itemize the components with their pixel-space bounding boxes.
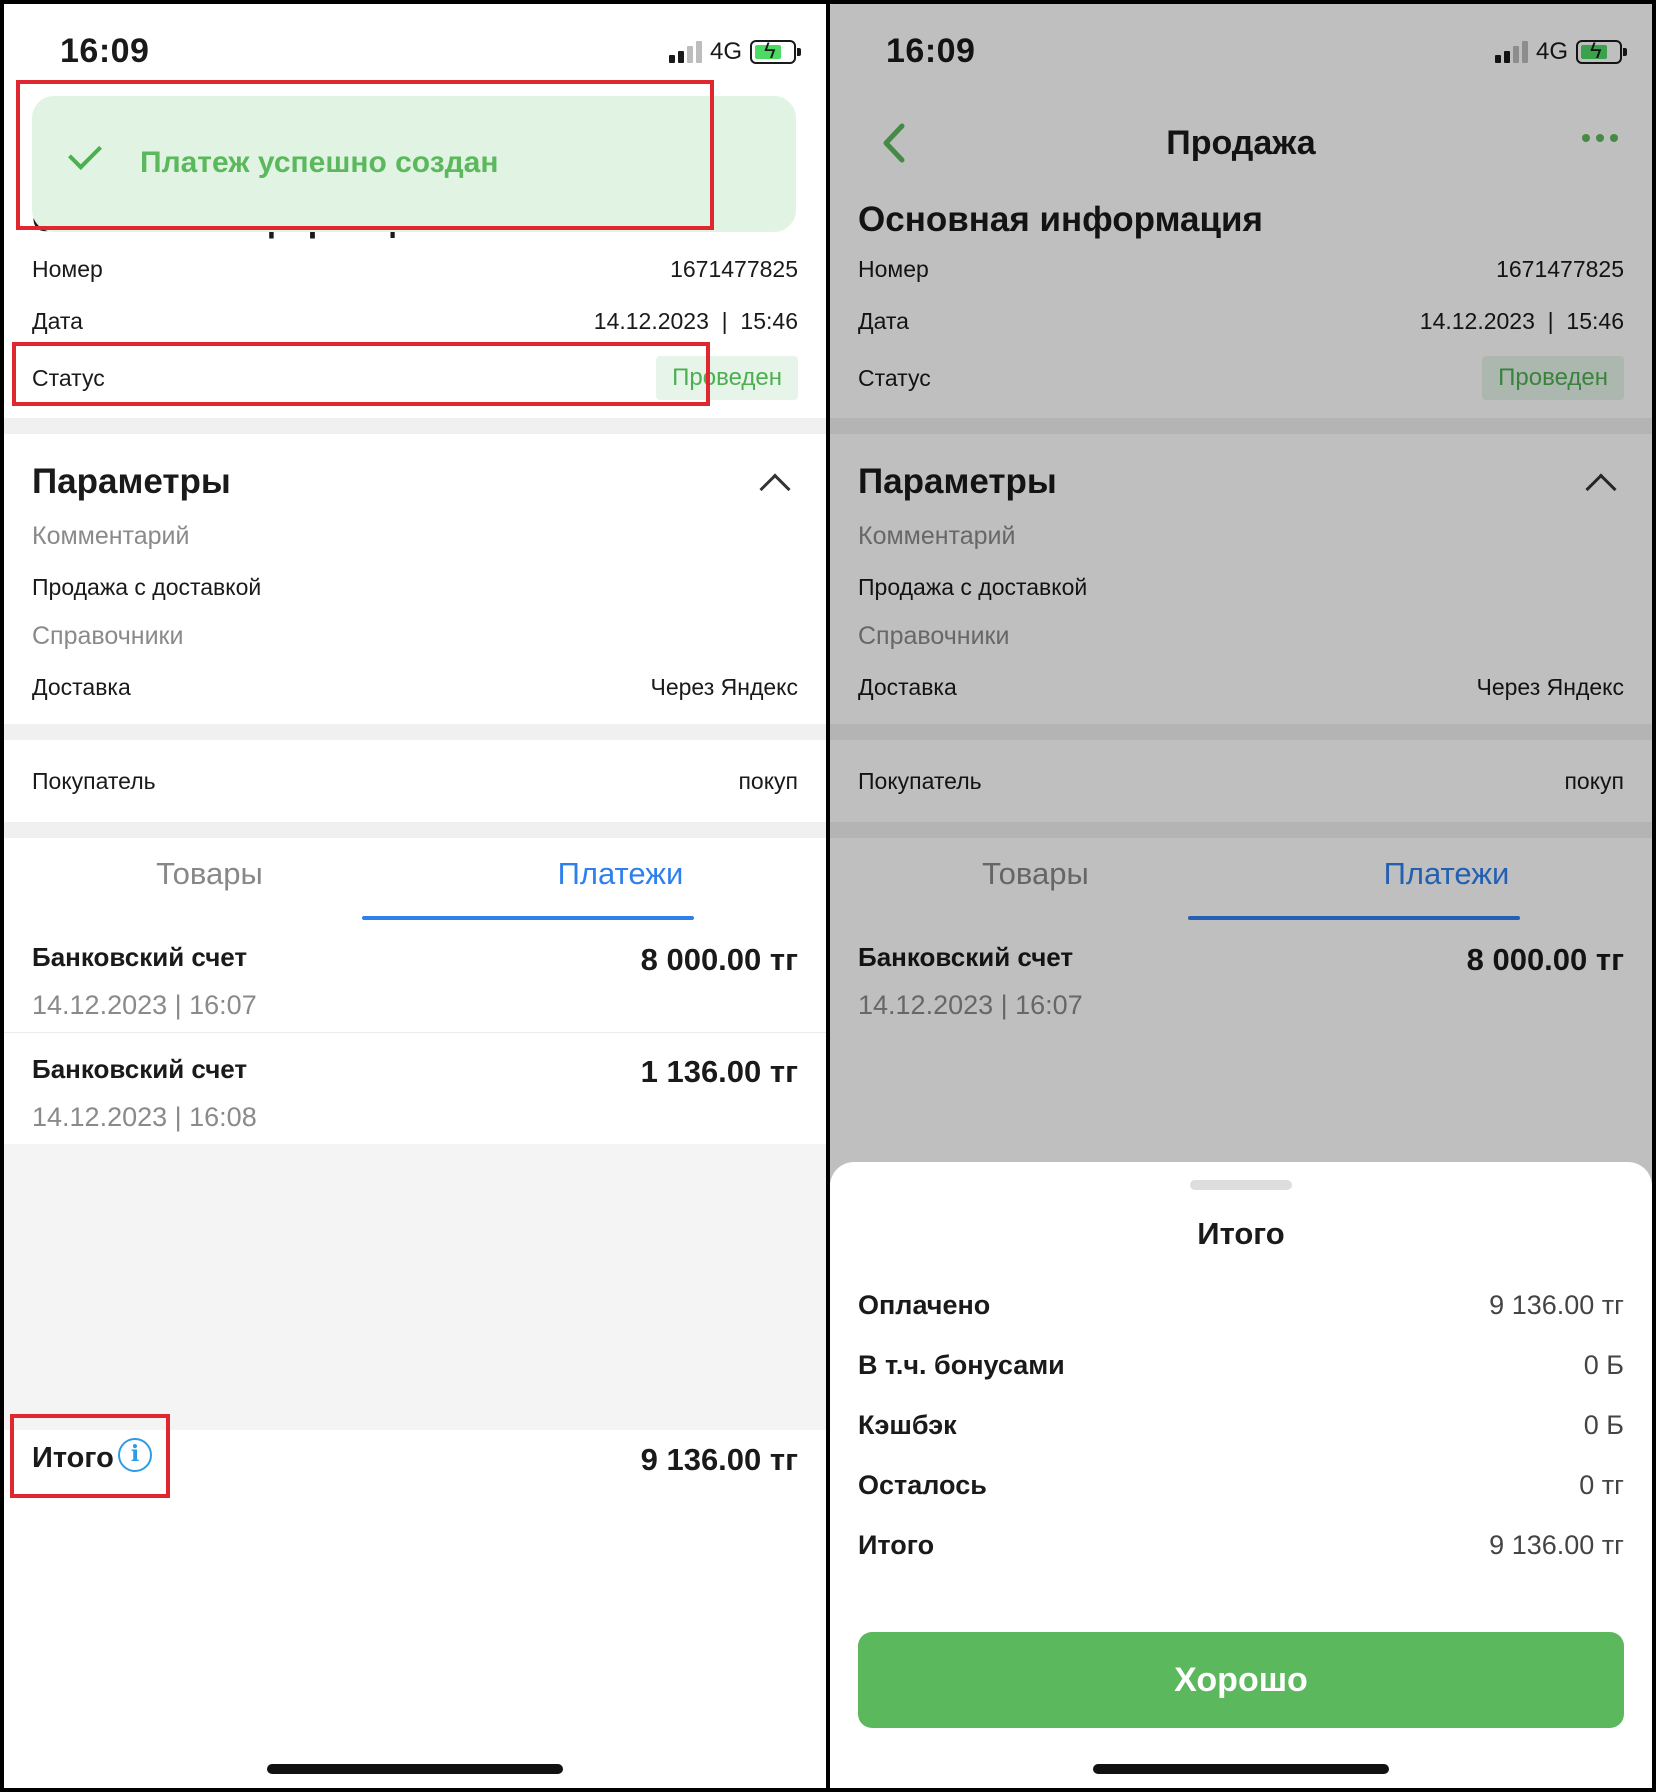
sheet-row-label: Осталось — [858, 1470, 987, 1500]
delivery-row[interactable]: Доставка Через Яндекс — [32, 674, 798, 701]
highlight-status — [12, 342, 710, 406]
payment-date: 14.12.2023 | 16:08 — [32, 1102, 257, 1132]
status-icons: 4G ϟ — [668, 38, 801, 66]
comment-value: Продажа с доставкой — [32, 574, 262, 600]
totals-bottom-sheet: Итого Оплачено 9 136.00 тг В т.ч. бонуса… — [830, 1162, 1652, 1788]
sheet-row-label: Итого — [858, 1530, 935, 1560]
left-phone-screen: 16:09 4G ϟ Основная информация Платеж ус… — [4, 4, 826, 1788]
payment-date: 14.12.2023 | 16:07 — [32, 990, 257, 1020]
tab-bar: Товары Платежи — [4, 838, 826, 924]
sheet-row-value: 9 136.00 тг — [1489, 1290, 1624, 1320]
battery-charging-icon: ϟ — [750, 39, 801, 64]
refs-label: Справочники — [32, 622, 184, 650]
date-row: Дата 14.12.2023 | 15:46 — [32, 308, 798, 335]
buyer-value: покуп — [738, 768, 798, 794]
highlight-toast — [16, 80, 714, 230]
number-label: Номер — [32, 256, 103, 282]
payment-amount: 8 000.00 тг — [640, 942, 798, 977]
section-divider — [4, 822, 826, 838]
sheet-handle[interactable] — [1190, 1180, 1292, 1190]
signal-icon — [668, 41, 702, 63]
sheet-row: Кэшбэк 0 Б — [858, 1410, 1624, 1441]
home-indicator — [1093, 1764, 1389, 1774]
home-indicator — [267, 1764, 563, 1774]
total-value: 9 136.00 тг — [640, 1442, 798, 1477]
sheet-row-value: 9 136.00 тг — [1489, 1530, 1624, 1560]
buyer-label: Покупатель — [32, 768, 156, 794]
sheet-row-value: 0 Б — [1583, 1350, 1624, 1380]
sheet-row-value: 0 Б — [1583, 1410, 1624, 1440]
comment-row: Продажа с доставкой — [32, 574, 798, 601]
sheet-row-value: 0 тг — [1579, 1470, 1624, 1500]
sheet-row-label: Оплачено — [858, 1290, 991, 1320]
comment-label: Комментарий — [32, 522, 190, 550]
date-value: 14.12.2023 | 15:46 — [593, 308, 798, 334]
right-phone-screen: 16:09 4G ϟ Продажа Основная информация Н… — [830, 4, 1652, 1788]
params-title: Параметры — [32, 462, 231, 501]
sheet-row: Оплачено 9 136.00 тг — [858, 1290, 1624, 1321]
tab-goods[interactable]: Товары — [4, 838, 415, 892]
sheet-row-label: Кэшбэк — [858, 1410, 957, 1440]
delivery-value: Через Яндекс — [650, 674, 798, 700]
ok-button[interactable]: Хорошо — [858, 1632, 1624, 1728]
sheet-title: Итого — [1197, 1216, 1285, 1251]
tab-indicator — [362, 916, 694, 920]
date-label: Дата — [32, 308, 83, 334]
tab-payments[interactable]: Платежи — [415, 838, 826, 892]
buyer-row[interactable]: Покупатель покуп — [32, 768, 798, 795]
empty-area — [4, 1144, 826, 1430]
highlight-total — [10, 1414, 170, 1498]
sheet-row: Итого 9 136.00 тг — [858, 1530, 1624, 1561]
screenshot-composite: 16:09 4G ϟ Основная информация Платеж ус… — [0, 0, 1656, 1792]
payment-title: Банковский счет — [32, 1054, 248, 1084]
status-time: 16:09 — [60, 32, 150, 70]
sheet-row: Осталось 0 тг — [858, 1470, 1624, 1501]
number-row: Номер 1671477825 — [32, 256, 798, 283]
payment-amount: 1 136.00 тг — [640, 1054, 798, 1089]
row-divider — [4, 1032, 826, 1033]
number-value: 1671477825 — [670, 256, 798, 282]
payment-title: Банковский счет — [32, 942, 248, 972]
section-divider — [4, 418, 826, 434]
network-type: 4G — [709, 38, 742, 65]
chevron-up-icon[interactable] — [759, 473, 791, 505]
section-divider — [4, 724, 826, 740]
sheet-row: В т.ч. бонусами 0 Б — [858, 1350, 1624, 1381]
delivery-label: Доставка — [32, 674, 131, 700]
sheet-row-label: В т.ч. бонусами — [858, 1350, 1065, 1380]
